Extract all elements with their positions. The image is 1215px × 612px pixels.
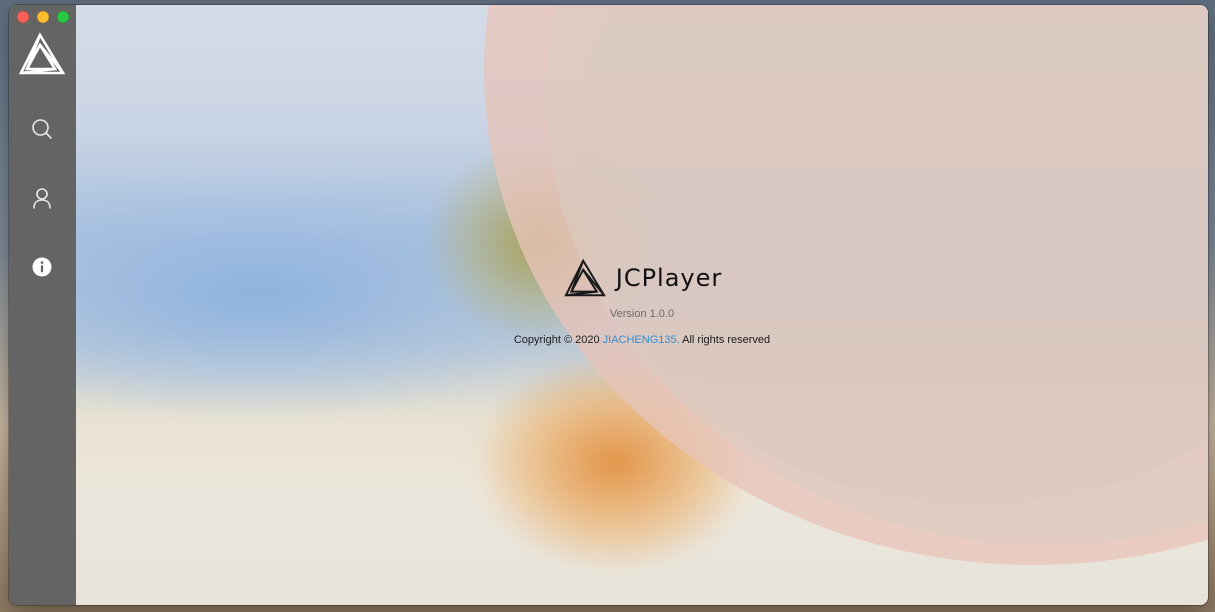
app-name: JCPlayer — [615, 264, 723, 292]
window-controls — [17, 11, 69, 23]
minimize-button[interactable] — [37, 11, 49, 23]
zoom-button[interactable] — [57, 11, 69, 23]
sidebar-item-search[interactable] — [28, 115, 56, 143]
copyright-suffix: All rights reserved — [679, 334, 771, 346]
author-link[interactable]: JIACHENG135. — [603, 334, 680, 346]
jcplayer-logo-icon[interactable] — [18, 32, 66, 76]
jcplayer-logo-icon — [564, 258, 606, 297]
brand-header: JCPlayer — [76, 258, 1208, 298]
user-icon — [33, 188, 51, 209]
copyright-prefix: Copyright © 2020 — [513, 334, 603, 346]
copyright-text: Copyright © 2020 JIACHENG135. All rights… — [76, 334, 1208, 346]
version-text: Version 1.0.0 — [609, 308, 675, 320]
sidebar — [9, 5, 76, 605]
about-page: JCPlayer Version 1.0.0 Copyright © 2020 … — [76, 5, 1208, 605]
app-window: JCPlayer Version 1.0.0 Copyright © 2020 … — [9, 5, 1208, 605]
sidebar-item-about[interactable] — [28, 253, 56, 281]
about-panel: JCPlayer Version 1.0.0 Copyright © 2020 … — [76, 258, 1208, 346]
search-icon — [32, 119, 52, 139]
sidebar-item-user[interactable] — [28, 184, 56, 212]
info-icon — [32, 257, 52, 277]
close-button[interactable] — [17, 11, 29, 23]
